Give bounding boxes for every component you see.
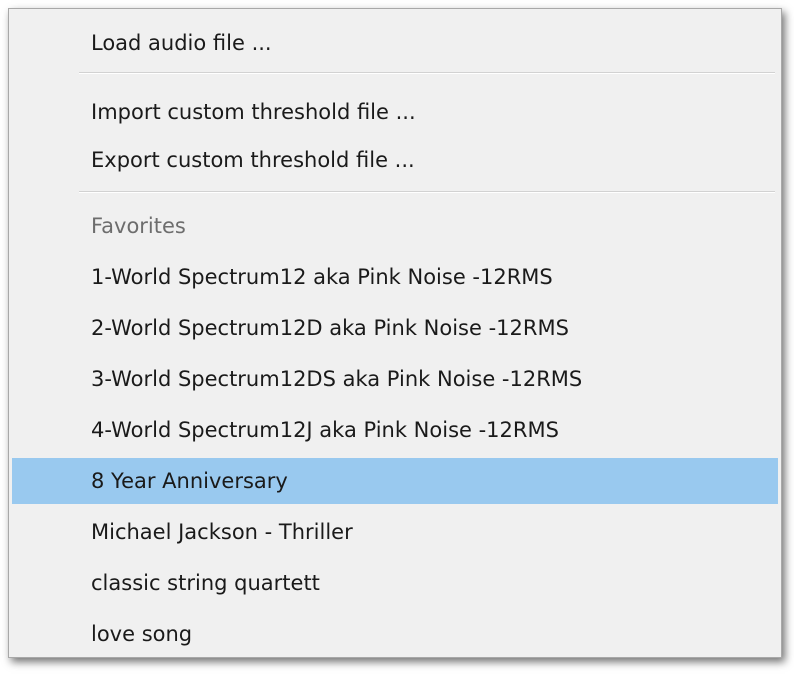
favorite-item-selected[interactable]: 8 Year Anniversary [12, 458, 778, 504]
favorites-header: Favorites [91, 214, 186, 238]
menu-item-import-threshold-file[interactable]: Import custom threshold file ... [9, 89, 781, 135]
favorite-item[interactable]: classic string quartett [9, 560, 781, 606]
favorite-item[interactable]: 1-World Spectrum12 aka Pink Noise -12RMS [9, 254, 781, 300]
favorite-item[interactable]: love song [9, 611, 781, 657]
favorite-item[interactable]: 3-World Spectrum12DS aka Pink Noise -12R… [9, 356, 781, 402]
favorite-item[interactable]: Michael Jackson - Thriller [9, 509, 781, 555]
favorite-item[interactable]: 4-World Spectrum12J aka Pink Noise -12RM… [9, 407, 781, 453]
favorite-item[interactable]: 2-World Spectrum12D aka Pink Noise -12RM… [9, 305, 781, 351]
context-menu: Load audio file ... Import custom thresh… [8, 8, 782, 658]
menu-separator [79, 72, 775, 74]
menu-separator [79, 191, 775, 193]
menu-item-export-threshold-file[interactable]: Export custom threshold file ... [9, 137, 781, 183]
menu-item-load-audio-file[interactable]: Load audio file ... [9, 20, 781, 66]
